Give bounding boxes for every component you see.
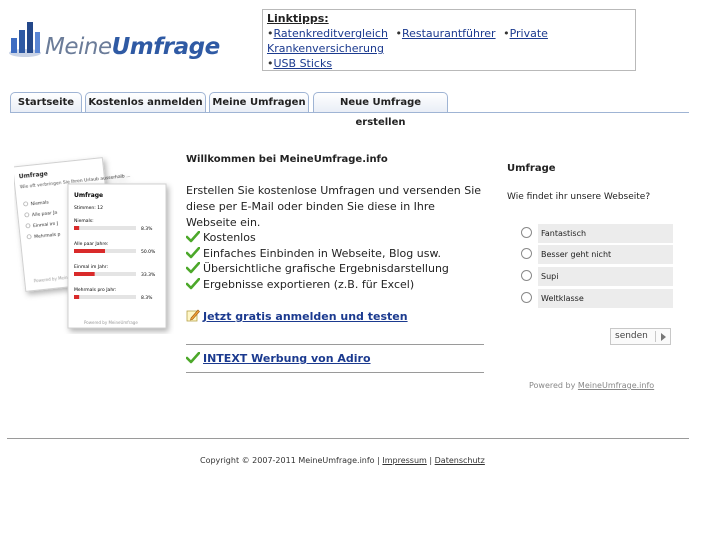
signup-link[interactable]: Jetzt gratis anmelden und testen (203, 310, 408, 323)
poll-option-label[interactable]: Weltklasse (538, 289, 673, 308)
intext-row: INTEXT Werbung von Adiro (185, 351, 371, 365)
preview-result-pct: 33.3% (141, 272, 156, 278)
feature-item: Einfaches Einbinden in Webseite, Blog us… (186, 246, 441, 261)
tab-kostenlos-anmelden[interactable]: Kostenlos anmelden (85, 92, 206, 113)
tab-baseline (10, 112, 689, 113)
powered-prefix: Powered by (529, 381, 576, 390)
preview-result-label: Mehrmals pro Jahr: (74, 287, 116, 293)
feature-item: Kostenlos (186, 230, 256, 245)
site-logo[interactable]: MeineUmfrage (8, 18, 228, 68)
send-button[interactable]: senden (610, 328, 671, 345)
feature-label: Kostenlos (203, 231, 256, 244)
impressum-link[interactable]: Impressum (382, 456, 426, 465)
logo-text-meine: Meine (45, 34, 112, 60)
preview-result-label: Niemals: (74, 218, 94, 224)
checkmark-icon (186, 278, 200, 290)
preview-front-powered: Powered by MeineUmfrage (84, 320, 138, 325)
datenschutz-link[interactable]: Datenschutz (435, 456, 485, 465)
tab-meine-umfragen[interactable]: Meine Umfragen (209, 92, 309, 113)
feature-label: Ergebnisse exportieren (z.B. für Excel) (203, 278, 415, 291)
checkmark-icon (186, 262, 200, 274)
radio-button[interactable] (521, 292, 532, 303)
linktips-title: Linktipps: (267, 12, 329, 25)
footer: Copyright © 2007-2011 MeineUmfrage.info … (200, 456, 485, 465)
radio-button[interactable] (521, 227, 532, 238)
preview-result-bar (74, 295, 80, 299)
preview-result-label: Einmal im Jahr: (74, 264, 108, 270)
radio-button[interactable] (521, 248, 532, 259)
footer-separator: | (429, 456, 433, 465)
preview-result-track (74, 295, 136, 299)
preview-front-card: Umfrage Stimmen: 12 Niemals: 8.3% Alle paa… (67, 183, 167, 329)
poll-powered-by: Powered by MeineUmfrage.info (529, 381, 654, 390)
feature-label: Einfaches Einbinden in Webseite, Blog us… (203, 247, 441, 260)
logo-text-umfrage: Umfrage (111, 34, 221, 60)
welcome-text: Erstellen Sie kostenlose Umfragen und ve… (186, 184, 482, 229)
preview-result-pct: 8.3% (141, 226, 153, 232)
divider (186, 372, 484, 373)
preview-result-track (74, 226, 136, 230)
pencil-note-icon (186, 309, 200, 322)
footer-divider (7, 438, 689, 439)
poll-option-label[interactable]: Supi (538, 267, 673, 286)
poll-option-label[interactable]: Fantastisch (538, 224, 673, 243)
poll-option[interactable]: Weltklasse (516, 289, 673, 308)
preview-front-votes: Stimmen: 12 (74, 205, 103, 211)
footer-separator: | (377, 456, 380, 465)
logo-bars-icon (9, 22, 41, 57)
poll-preview-image: Umfrage Wie oft verbringen Sie Ihren Url… (14, 157, 167, 329)
checkmark-icon (185, 351, 201, 364)
signup-row: Jetzt gratis anmelden und testen (186, 309, 408, 323)
divider (186, 344, 484, 345)
arrow-right-icon (661, 333, 666, 341)
poll-option[interactable]: Besser geht nicht (516, 245, 673, 264)
preview-result-bar (74, 249, 105, 253)
tab-startseite[interactable]: Startseite (10, 92, 82, 113)
tab-neue-umfrage-erstellen[interactable]: Neue Umfrage erstellen (313, 92, 448, 128)
poll-title: Umfrage (507, 163, 556, 174)
checkmark-icon (186, 247, 200, 259)
link-ratenkreditvergleich[interactable]: Ratenkreditvergleich (274, 27, 388, 40)
feature-item: Übersichtliche grafische Ergebnisdarstel… (186, 261, 449, 276)
linktips-box: Linktipps: •Ratenkreditvergleich •Restau… (262, 9, 636, 71)
poll-option[interactable]: Supi (516, 267, 673, 286)
preview-result-label: Alle paar Jahre: (74, 241, 108, 247)
poll-option[interactable]: Fantastisch (516, 224, 673, 243)
intext-link[interactable]: INTEXT Werbung von Adiro (203, 352, 371, 365)
preview-result-pct: 8.3% (141, 295, 153, 301)
link-usb-sticks[interactable]: USB Sticks (274, 57, 333, 70)
feature-label: Übersichtliche grafische Ergebnisdarstel… (203, 262, 449, 275)
divider (655, 331, 656, 342)
send-label: senden (615, 331, 648, 341)
poll-option-label[interactable]: Besser geht nicht (538, 245, 673, 264)
preview-front-title: Umfrage (74, 192, 103, 199)
preview-result-bar (74, 272, 95, 276)
feature-item: Ergebnisse exportieren (z.B. für Excel) (186, 277, 414, 292)
powered-link[interactable]: MeineUmfrage.info (578, 381, 654, 390)
radio-button[interactable] (521, 270, 532, 281)
welcome-heading: Willkommen bei MeineUmfrage.info (186, 154, 388, 165)
checkmark-icon (186, 231, 200, 243)
link-restaurantfuehrer[interactable]: Restaurantführer (402, 27, 496, 40)
copyright-text: Copyright © 2007-2011 MeineUmfrage.info (200, 456, 375, 465)
preview-result-pct: 50.0% (141, 249, 156, 255)
preview-result-bar (74, 226, 80, 230)
poll-question: Wie findet ihr unsere Webseite? (507, 192, 651, 202)
